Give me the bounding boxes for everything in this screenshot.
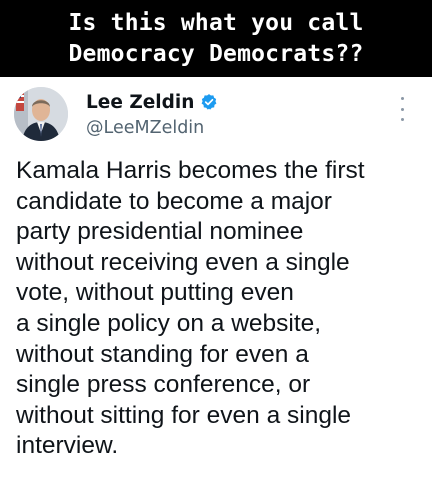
tweet-text-line: interview.: [16, 432, 119, 460]
caption-line-2: Democracy Democrats??: [68, 40, 364, 67]
tweet-text-line: party presidential nominee: [16, 218, 304, 246]
tweet-text-line: without sitting for even a single: [16, 401, 352, 429]
tweet-text-line: vote, without putting even: [16, 279, 294, 307]
more-vertical-icon[interactable]: [396, 97, 408, 121]
tweet-text-line: Kamala Harris becomes the first: [16, 157, 365, 184]
tweet-text: Kamala Harris becomes the first candidat…: [16, 156, 426, 462]
caption-line-1: Is this what you call: [68, 9, 364, 36]
meme-caption-banner: Is this what you call Democracy Democrat…: [0, 0, 432, 77]
tweet-card: Lee Zeldin @LeeMZeldin Kamala Harris bec…: [0, 77, 432, 500]
profile-photo-icon: [14, 87, 68, 141]
tweet-text-line: single press conference, or: [16, 371, 311, 399]
tweet-text-line: without standing for even a: [16, 340, 309, 368]
tweet-text-line: a single policy on a website,: [16, 309, 322, 337]
author-handle[interactable]: @LeeMZeldin: [86, 118, 204, 138]
author-avatar[interactable]: [14, 87, 68, 141]
tweet-text-line: without receiving even a single: [16, 248, 350, 276]
author-display-name[interactable]: Lee Zeldin: [86, 92, 194, 113]
verified-check-icon: [200, 93, 218, 111]
tweet-text-line: candidate to become a major: [16, 187, 332, 215]
author-name-row: Lee Zeldin: [86, 91, 218, 113]
